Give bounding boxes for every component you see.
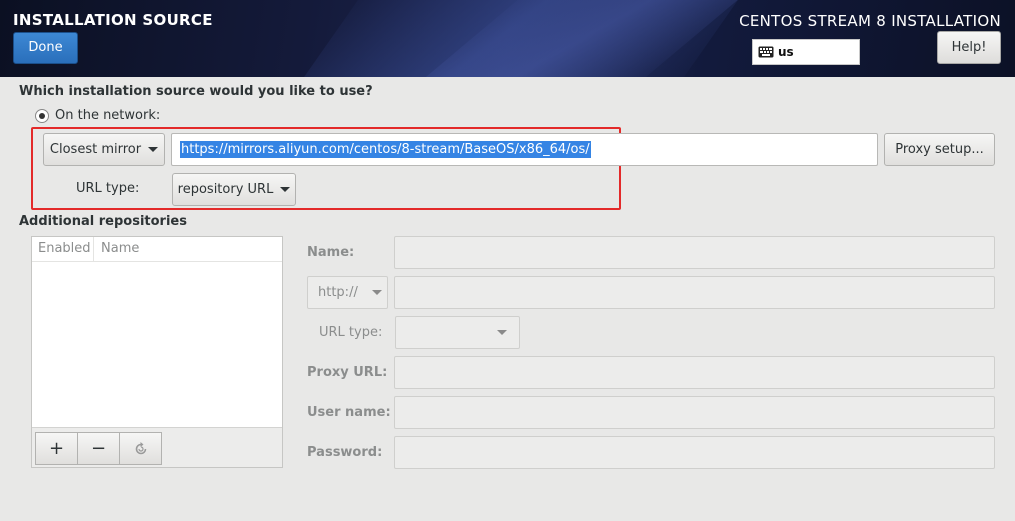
repo-proxy-url-input[interactable] bbox=[394, 356, 995, 389]
chevron-down-icon bbox=[280, 187, 291, 192]
repo-password-input[interactable] bbox=[394, 436, 995, 469]
remove-repository-button[interactable]: − bbox=[77, 432, 120, 465]
repo-user-name-input[interactable] bbox=[394, 396, 995, 429]
mirror-select[interactable]: Closest mirror bbox=[43, 133, 165, 166]
page-title: INSTALLATION SOURCE bbox=[13, 11, 213, 29]
product-title: CENTOS STREAM 8 INSTALLATION bbox=[739, 12, 1001, 30]
additional-repositories-heading: Additional repositories bbox=[19, 214, 187, 229]
repo-user-name-label: User name: bbox=[307, 405, 391, 420]
repo-url-type-label: URL type: bbox=[319, 325, 383, 340]
header-bar: INSTALLATION SOURCE Done CENTOS STREAM 8… bbox=[0, 0, 1015, 77]
add-repository-button[interactable]: + bbox=[35, 432, 78, 465]
repo-proxy-url-label: Proxy URL: bbox=[307, 365, 388, 380]
repo-name-input[interactable] bbox=[394, 236, 995, 269]
repository-list-header: Enabled Name bbox=[32, 237, 282, 262]
network-radio[interactable] bbox=[35, 108, 49, 123]
url-input[interactable]: https://mirrors.aliyun.com/centos/8-stre… bbox=[171, 133, 878, 166]
chevron-down-icon bbox=[371, 290, 382, 295]
mirror-select-label: Closest mirror bbox=[49, 142, 142, 157]
repository-toolbar: + − bbox=[32, 427, 282, 467]
repo-url-type-select[interactable] bbox=[395, 316, 520, 349]
repository-list[interactable]: Enabled Name + − bbox=[31, 236, 283, 468]
network-radio-option[interactable]: On the network: bbox=[35, 108, 160, 123]
repo-protocol-select[interactable]: http:// bbox=[307, 276, 388, 309]
done-button[interactable]: Done bbox=[13, 32, 78, 64]
chevron-down-icon bbox=[148, 147, 159, 152]
url-type-label: URL type: bbox=[76, 181, 140, 196]
keyboard-icon bbox=[758, 46, 774, 58]
repo-url-input[interactable] bbox=[394, 276, 995, 309]
repo-password-label: Password: bbox=[307, 445, 383, 460]
network-radio-label: On the network: bbox=[55, 108, 161, 123]
keyboard-layout-label: us bbox=[778, 45, 794, 59]
chevron-down-icon bbox=[497, 330, 507, 335]
repo-name-label: Name: bbox=[307, 245, 355, 260]
proxy-setup-button[interactable]: Proxy setup... bbox=[884, 133, 995, 166]
keyboard-layout-indicator[interactable]: us bbox=[752, 39, 860, 65]
url-type-select[interactable]: repository URL bbox=[172, 173, 296, 206]
url-input-value: https://mirrors.aliyun.com/centos/8-stre… bbox=[180, 141, 591, 158]
revert-repositories-button[interactable] bbox=[119, 432, 162, 465]
column-header-enabled[interactable]: Enabled bbox=[32, 237, 94, 261]
url-type-select-label: repository URL bbox=[177, 182, 274, 197]
help-button[interactable]: Help! bbox=[937, 31, 1001, 64]
refresh-icon bbox=[135, 441, 146, 454]
source-question: Which installation source would you like… bbox=[19, 84, 373, 99]
repo-protocol-label: http:// bbox=[318, 285, 358, 300]
column-header-name[interactable]: Name bbox=[94, 237, 139, 261]
